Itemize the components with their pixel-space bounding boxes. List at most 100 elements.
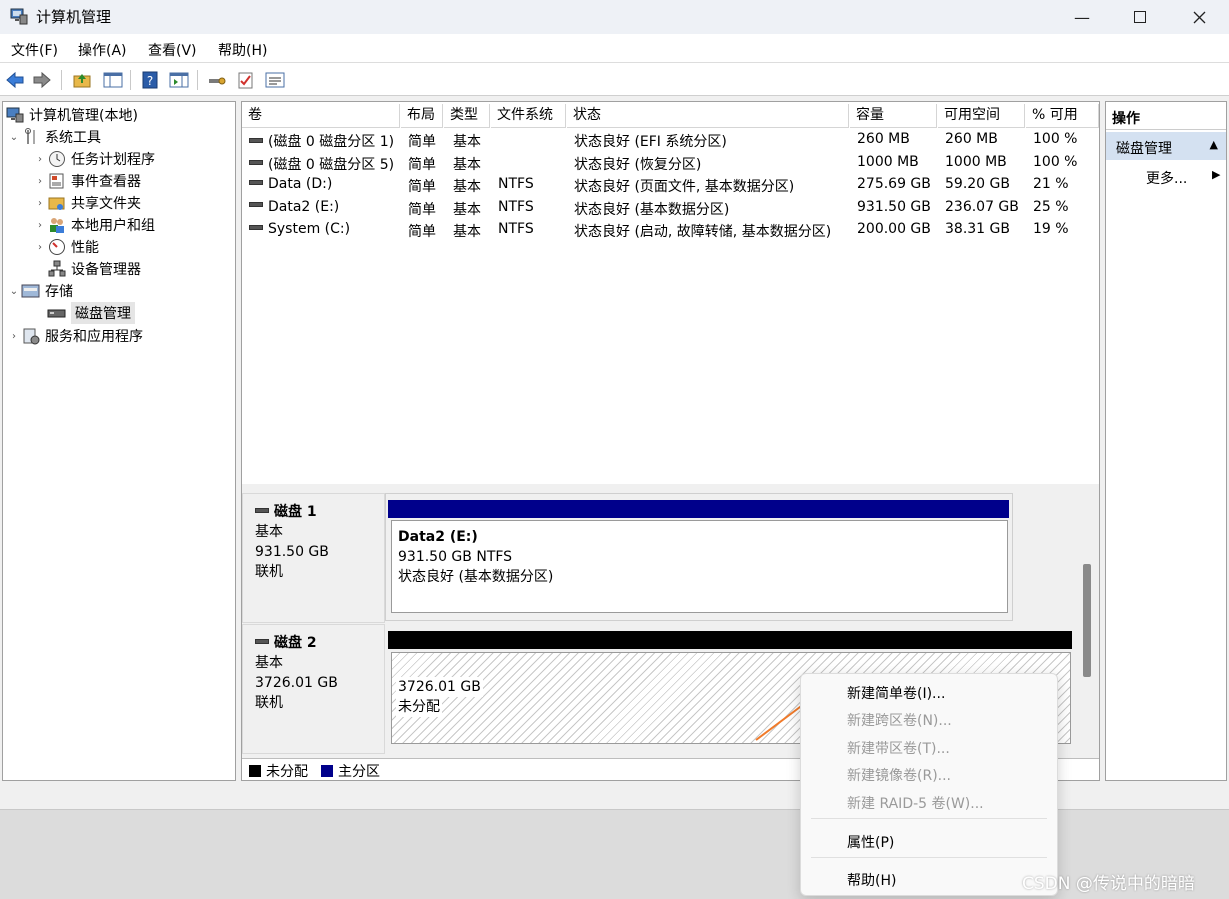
volume-cell: NTFS xyxy=(498,176,534,192)
disk-1-label[interactable]: 磁盘 1 基本 931.50 GB 联机 xyxy=(242,493,385,623)
connect-button[interactable] xyxy=(206,69,228,91)
volume-cell: 100 % xyxy=(1033,154,1077,170)
volume-cell-text: 基本 xyxy=(453,134,481,150)
chevron-right-icon[interactable]: › xyxy=(33,198,47,209)
back-button[interactable] xyxy=(4,69,26,91)
volume-cell: 简单 xyxy=(408,131,436,151)
actions-more[interactable]: 更多... ▶ xyxy=(1146,168,1220,188)
chevron-down-icon[interactable]: ⌄ xyxy=(7,286,21,297)
tree-item-disk-management[interactable]: 磁盘管理 xyxy=(47,302,135,324)
tree-item-storage[interactable]: ⌄ 存储 xyxy=(7,280,73,302)
volume-cell-text: 21 % xyxy=(1033,176,1069,192)
action-pane-button[interactable] xyxy=(168,69,190,91)
volume-cell: 260 MB xyxy=(945,131,998,147)
tree-item-device-manager[interactable]: 设备管理器 xyxy=(47,258,141,280)
tree-item-shared-folders[interactable]: › 共享文件夹 xyxy=(33,192,141,214)
menu-properties[interactable]: 属性(P) xyxy=(847,832,894,852)
checklist-icon xyxy=(238,72,253,89)
show-hide-tree-button[interactable] xyxy=(102,69,124,91)
volume-cell: 236.07 GB xyxy=(945,199,1019,215)
tree-item-performance[interactable]: › 性能 xyxy=(33,236,99,258)
volume-cell: 260 MB xyxy=(857,131,910,147)
volume-cell-text: 状态良好 (EFI 系统分区) xyxy=(574,134,727,150)
volume-drive-icon xyxy=(249,160,263,165)
minimize-button[interactable]: — xyxy=(1052,0,1112,34)
disk-2-status: 联机 xyxy=(255,695,283,711)
toolbar-separator xyxy=(61,70,62,90)
volume-cell-text: 状态良好 (页面文件, 基本数据分区) xyxy=(574,179,795,195)
menu-action[interactable]: 操作(A) xyxy=(78,40,127,60)
menu-help[interactable]: 帮助(H) xyxy=(847,870,896,890)
menu-new-striped-volume[interactable]: 新建带区卷(T)... xyxy=(847,738,950,758)
volume-row[interactable]: (磁盘 0 磁盘分区 1) 简单 基本 状态良好 (EFI 系统分区) 260 MB 26… xyxy=(242,129,1099,151)
toolbar-separator xyxy=(197,70,198,90)
up-level-button[interactable] xyxy=(71,69,93,91)
tree-item-root[interactable]: 计算机管理(本地) xyxy=(5,104,138,126)
volume-cell-text: 简单 xyxy=(408,179,436,195)
volume-cell: NTFS xyxy=(498,221,534,237)
scrollbar-thumb[interactable] xyxy=(1083,564,1091,677)
volume-cell: 状态良好 (恢复分区) xyxy=(574,154,701,174)
chevron-right-icon[interactable]: › xyxy=(7,331,21,342)
volume-cell-text: 100 % xyxy=(1033,153,1078,170)
unallocated-status: 未分配 xyxy=(396,697,442,717)
volume-cell: System (C:) xyxy=(249,221,350,237)
partition-data2[interactable]: Data2 (E:) 931.50 GB NTFS 状态良好 (基本数据分区) xyxy=(391,520,1008,613)
volume-cell: 200.00 GB xyxy=(857,221,931,237)
volume-cell-text: 基本 xyxy=(453,156,481,173)
volume-drive-icon xyxy=(249,202,263,207)
help-button[interactable]: ? xyxy=(139,69,161,91)
menu-view[interactable]: 查看(V) xyxy=(148,40,197,60)
computer-management-icon xyxy=(10,7,28,25)
volume-cell-text: 931.50 GB xyxy=(857,198,931,215)
menu-new-simple-volume[interactable]: 新建简单卷(I)... xyxy=(847,683,945,703)
column-header-filesystem[interactable]: 文件系统 xyxy=(491,104,566,128)
properties-button[interactable] xyxy=(264,69,286,91)
volume-cell-text: 260 MB xyxy=(945,131,998,147)
chevron-down-icon[interactable]: ⌄ xyxy=(7,132,21,143)
volume-row[interactable]: System (C:) 简单 基本 NTFS 状态良好 (启动, 故障转储, 基本数据分… xyxy=(242,219,1099,241)
menu-file[interactable]: 文件(F) xyxy=(11,40,58,60)
tree-item-event-viewer[interactable]: › 事件查看器 xyxy=(33,170,141,192)
column-header-status[interactable]: 状态 xyxy=(567,104,849,128)
volume-cell-text: 25 % xyxy=(1033,198,1069,215)
menu-new-spanned-volume[interactable]: 新建跨区卷(N)... xyxy=(847,710,952,730)
chevron-right-icon[interactable]: › xyxy=(33,220,47,231)
volume-cell-text: 1000 MB xyxy=(945,153,1007,170)
menu-help[interactable]: 帮助(H) xyxy=(218,40,267,60)
column-header-layout[interactable]: 布局 xyxy=(401,104,443,128)
watermark: CSDN @传说中的暗暗 xyxy=(1022,874,1195,894)
column-header-percent-free[interactable]: % 可用 xyxy=(1026,104,1099,128)
maximize-button[interactable] xyxy=(1110,0,1170,34)
volume-row[interactable]: (磁盘 0 磁盘分区 5) 简单 基本 状态良好 (恢复分区) 1000 MB 1000 … xyxy=(242,152,1099,174)
volume-row[interactable]: Data2 (E:) 简单 基本 NTFS 状态良好 (基本数据分区) 931.50 GB… xyxy=(242,197,1099,219)
collapse-up-icon[interactable]: ▲ xyxy=(1210,138,1218,151)
chevron-right-icon[interactable]: › xyxy=(33,242,47,253)
tree-item-local-users[interactable]: › 本地用户和组 xyxy=(33,214,155,236)
key-icon xyxy=(209,77,226,85)
close-button[interactable] xyxy=(1169,0,1229,34)
volume-cell-text: 1000 MB xyxy=(857,153,919,170)
legend-primary: 主分区 xyxy=(321,761,380,781)
disk-2-label[interactable]: 磁盘 2 基本 3726.01 GB 联机 xyxy=(242,624,385,754)
menu-new-raid5-volume[interactable]: 新建 RAID-5 卷(W)... xyxy=(847,793,984,813)
chevron-right-icon[interactable]: › xyxy=(33,154,47,165)
disk-view-scrollbar[interactable] xyxy=(1079,490,1095,755)
column-header-capacity[interactable]: 容量 xyxy=(850,104,937,128)
tree-item-services-apps[interactable]: › 服务和应用程序 xyxy=(7,325,143,347)
column-header-free-space[interactable]: 可用空间 xyxy=(938,104,1025,128)
actions-section-disk-management[interactable]: 磁盘管理 ▲ xyxy=(1106,132,1226,160)
disk-2-size: 3726.01 GB xyxy=(255,675,338,691)
volume-row[interactable]: Data (D:) 简单 基本 NTFS 状态良好 (页面文件, 基本数据分区) 275.… xyxy=(242,174,1099,196)
unallocated-bar xyxy=(388,631,1072,649)
column-header-volume[interactable]: 卷 xyxy=(242,104,400,128)
primary-partition-bar xyxy=(388,500,1009,518)
check-button[interactable] xyxy=(235,69,257,91)
tree-item-task-scheduler[interactable]: › 任务计划程序 xyxy=(33,148,155,170)
device-manager-icon xyxy=(47,260,67,278)
column-header-type[interactable]: 类型 xyxy=(444,104,490,128)
chevron-right-icon[interactable]: › xyxy=(33,176,47,187)
tree-item-system-tools[interactable]: ⌄ 系统工具 xyxy=(7,126,101,148)
forward-button[interactable] xyxy=(31,69,53,91)
menu-new-mirrored-volume[interactable]: 新建镜像卷(R)... xyxy=(847,765,951,785)
